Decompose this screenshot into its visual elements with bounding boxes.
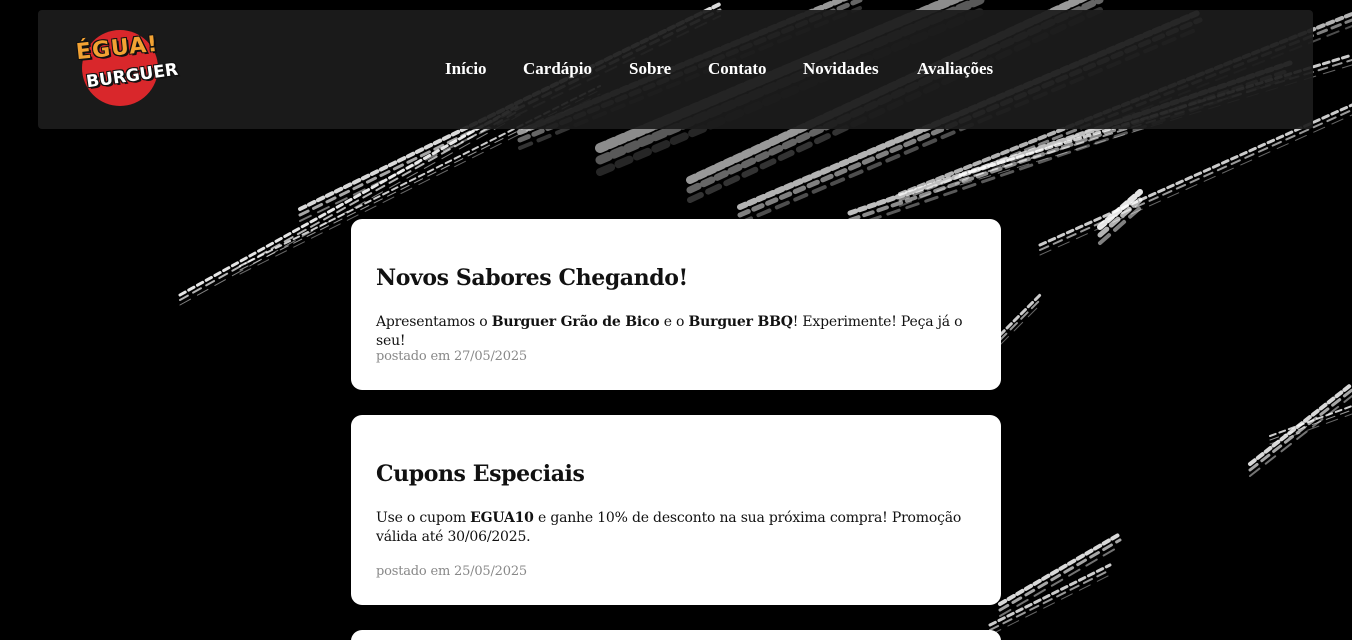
post-card: Novos Sabores Chegando! Apresentamos o B… [351, 219, 1001, 390]
nav-sobre[interactable]: Sobre [629, 59, 671, 79]
nav-contato[interactable]: Contato [708, 59, 767, 79]
post-body: Apresentamos o Burguer Grão de Bico e o … [376, 314, 963, 349]
navbar: ÉGUA! BURGUER Início Cardápio Sobre Cont… [38, 10, 1313, 129]
nav-inicio[interactable]: Início [445, 59, 487, 79]
post-card: Cupons Especiais Use o cupom EGUA10 e ga… [351, 415, 1001, 605]
post-date: postado em 25/05/2025 [376, 564, 527, 579]
nav-menu: Início Cardápio Sobre Contato Novidades … [38, 59, 1313, 81]
post-body: Use o cupom EGUA10 e ganhe 10% de descon… [376, 510, 962, 545]
post-title: Novos Sabores Chegando! [376, 265, 688, 291]
nav-cardapio[interactable]: Cardápio [523, 59, 592, 79]
post-title: Cupons Especiais [376, 461, 585, 487]
page: ÉGUA! BURGUER Início Cardápio Sobre Cont… [0, 0, 1352, 640]
post-card [351, 630, 1001, 640]
nav-novidades[interactable]: Novidades [803, 59, 879, 79]
post-date: postado em 27/05/2025 [376, 349, 527, 364]
nav-avaliacoes[interactable]: Avaliações [917, 59, 993, 79]
